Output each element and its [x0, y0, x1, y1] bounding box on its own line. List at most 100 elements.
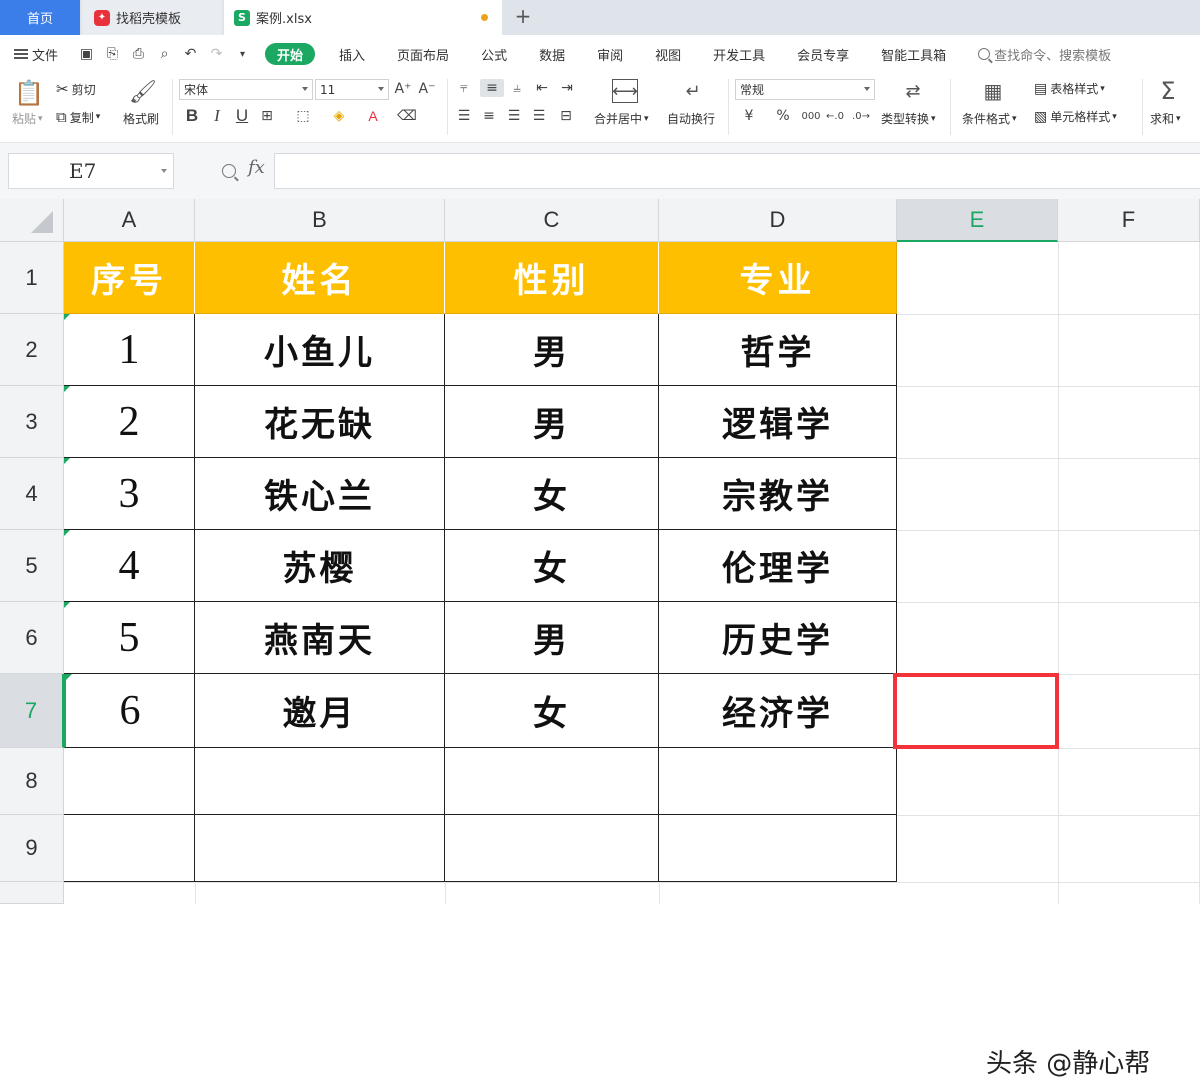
format-painter-icon[interactable]: 🖌 — [128, 77, 158, 107]
cell-c4[interactable]: 女 — [445, 458, 659, 530]
row-header-3[interactable]: 3 — [0, 386, 64, 458]
column-header-f[interactable]: F — [1058, 199, 1200, 242]
tab-page-layout[interactable]: 页面布局 — [381, 43, 465, 65]
cell-c2[interactable]: 男 — [445, 314, 659, 386]
redo-icon[interactable]: ↷ — [208, 46, 225, 63]
cell-d5[interactable]: 伦理学 — [659, 530, 897, 602]
export-icon[interactable]: ⎘ — [104, 46, 121, 63]
cell-b2[interactable]: 小鱼儿 — [195, 314, 445, 386]
sigma-icon[interactable]: Σ — [1155, 77, 1181, 105]
cell-d2[interactable]: 哲学 — [659, 314, 897, 386]
font-color-icon[interactable]: A — [364, 107, 382, 125]
align-bottom-icon[interactable]: ⫨ — [508, 79, 526, 97]
file-menu-button[interactable]: 文件 — [14, 45, 58, 64]
merge-center-icon[interactable]: ⟷ — [612, 79, 638, 103]
cell-d8[interactable] — [659, 748, 897, 815]
type-convert-button[interactable]: 类型转换 ▾ — [881, 110, 936, 127]
cell-c9[interactable] — [445, 815, 659, 882]
tab-smart-tools[interactable]: 智能工具箱 — [865, 43, 962, 65]
active-cell-e7[interactable] — [893, 673, 1059, 749]
thousands-button[interactable]: 000 — [800, 107, 822, 125]
tab-formulas[interactable]: 公式 — [465, 43, 523, 65]
cell-c5[interactable]: 女 — [445, 530, 659, 602]
row-header-8[interactable]: 8 — [0, 748, 64, 815]
justify-icon[interactable]: ☰ — [530, 107, 548, 125]
cell-b6[interactable]: 燕南天 — [195, 602, 445, 674]
tab-insert[interactable]: 插入 — [323, 43, 381, 65]
underline-button[interactable]: U — [233, 106, 251, 125]
row-header-10[interactable] — [0, 882, 64, 904]
paste-icon[interactable]: 📋 — [14, 77, 44, 109]
increase-decimal-icon[interactable]: ←.0 — [826, 107, 844, 125]
currency-button[interactable]: ¥ — [740, 107, 758, 125]
new-tab-button[interactable]: + — [512, 4, 534, 28]
row-header-7[interactable]: 7 — [0, 674, 64, 748]
decrease-indent-icon[interactable]: ⇤ — [533, 79, 551, 97]
undo-icon[interactable]: ↶ — [182, 46, 199, 63]
number-format-select[interactable]: 常规 — [735, 79, 875, 100]
wrap-text-icon[interactable]: ↵ — [680, 79, 706, 103]
row-header-5[interactable]: 5 — [0, 530, 64, 602]
cell-a4[interactable]: 3 — [64, 458, 195, 530]
borders-icon[interactable]: ⊞ — [258, 107, 276, 125]
fill-color-icon[interactable]: ◈ — [330, 107, 348, 125]
cell-a5[interactable]: 4 — [64, 530, 195, 602]
cell-a3[interactable]: 2 — [64, 386, 195, 458]
align-top-icon[interactable]: ⫧ — [455, 79, 473, 97]
increase-font-icon[interactable]: A⁺ — [394, 80, 412, 98]
save-icon[interactable]: ▣ — [78, 46, 95, 63]
tab-review[interactable]: 审阅 — [581, 43, 639, 65]
cell-c8[interactable] — [445, 748, 659, 815]
sum-button[interactable]: 求和 ▾ — [1150, 110, 1181, 127]
cell-a9[interactable] — [64, 815, 195, 882]
zoom-search-icon[interactable] — [222, 164, 236, 178]
copy-button[interactable]: ⧉ 复制 ▾ — [56, 108, 100, 126]
cell-d3[interactable]: 逻辑学 — [659, 386, 897, 458]
cell-b5[interactable]: 苏樱 — [195, 530, 445, 602]
column-header-a[interactable]: A — [64, 199, 195, 242]
tab-start[interactable]: 开始 — [265, 43, 316, 65]
cell-d4[interactable]: 宗教学 — [659, 458, 897, 530]
cell-d7[interactable]: 经济学 — [659, 674, 897, 748]
cell-b4[interactable]: 铁心兰 — [195, 458, 445, 530]
cell-a6[interactable]: 5 — [64, 602, 195, 674]
cell-b1[interactable]: 姓名 — [195, 242, 445, 314]
type-convert-icon[interactable]: ⇄ — [900, 79, 926, 103]
table-style-button[interactable]: ▤ 表格样式 ▾ — [1034, 80, 1105, 97]
decrease-font-icon[interactable]: A⁻ — [418, 80, 436, 98]
customize-dropdown-icon[interactable]: ▾ — [234, 46, 251, 63]
cell-b9[interactable] — [195, 815, 445, 882]
column-header-e[interactable]: E — [897, 199, 1058, 242]
increase-indent-icon[interactable]: ⇥ — [558, 79, 576, 97]
tab-home[interactable]: 首页 — [0, 0, 80, 35]
cell-d1[interactable]: 专业 — [659, 242, 897, 314]
align-left-icon[interactable]: ☰ — [455, 107, 473, 125]
tab-developer[interactable]: 开发工具 — [697, 43, 781, 65]
cell-a2[interactable]: 1 — [64, 314, 195, 386]
cut-button[interactable]: ✂ 剪切 — [56, 80, 96, 98]
row-header-4[interactable]: 4 — [0, 458, 64, 530]
cell-d9[interactable] — [659, 815, 897, 882]
italic-button[interactable]: I — [208, 106, 226, 125]
cell-c7[interactable]: 女 — [445, 674, 659, 748]
tab-view[interactable]: 视图 — [639, 43, 697, 65]
formula-input[interactable] — [274, 153, 1200, 189]
name-box[interactable]: E7 — [8, 153, 174, 189]
column-header-d[interactable]: D — [659, 199, 897, 242]
row-header-9[interactable]: 9 — [0, 815, 64, 882]
cell-a8[interactable] — [64, 748, 195, 815]
tab-data[interactable]: 数据 — [523, 43, 581, 65]
tab-templates[interactable]: ✦ 找稻壳模板 — [82, 0, 222, 35]
cell-b7[interactable]: 邀月 — [195, 674, 445, 748]
column-header-c[interactable]: C — [445, 199, 659, 242]
align-right-icon[interactable]: ☰ — [505, 107, 523, 125]
print-icon[interactable]: ⎙ — [130, 46, 147, 63]
clear-format-icon[interactable]: ⌫ — [397, 107, 417, 125]
distributed-icon[interactable]: ⊟ — [557, 107, 575, 125]
align-middle-icon[interactable]: ≡ — [480, 79, 504, 97]
cell-a7[interactable]: 6 — [64, 674, 195, 748]
tab-file[interactable]: S 案例.xlsx — [224, 0, 502, 35]
cell-c3[interactable]: 男 — [445, 386, 659, 458]
wrap-text-button[interactable]: 自动换行 — [667, 110, 715, 127]
decrease-decimal-icon[interactable]: .0→ — [852, 107, 870, 125]
